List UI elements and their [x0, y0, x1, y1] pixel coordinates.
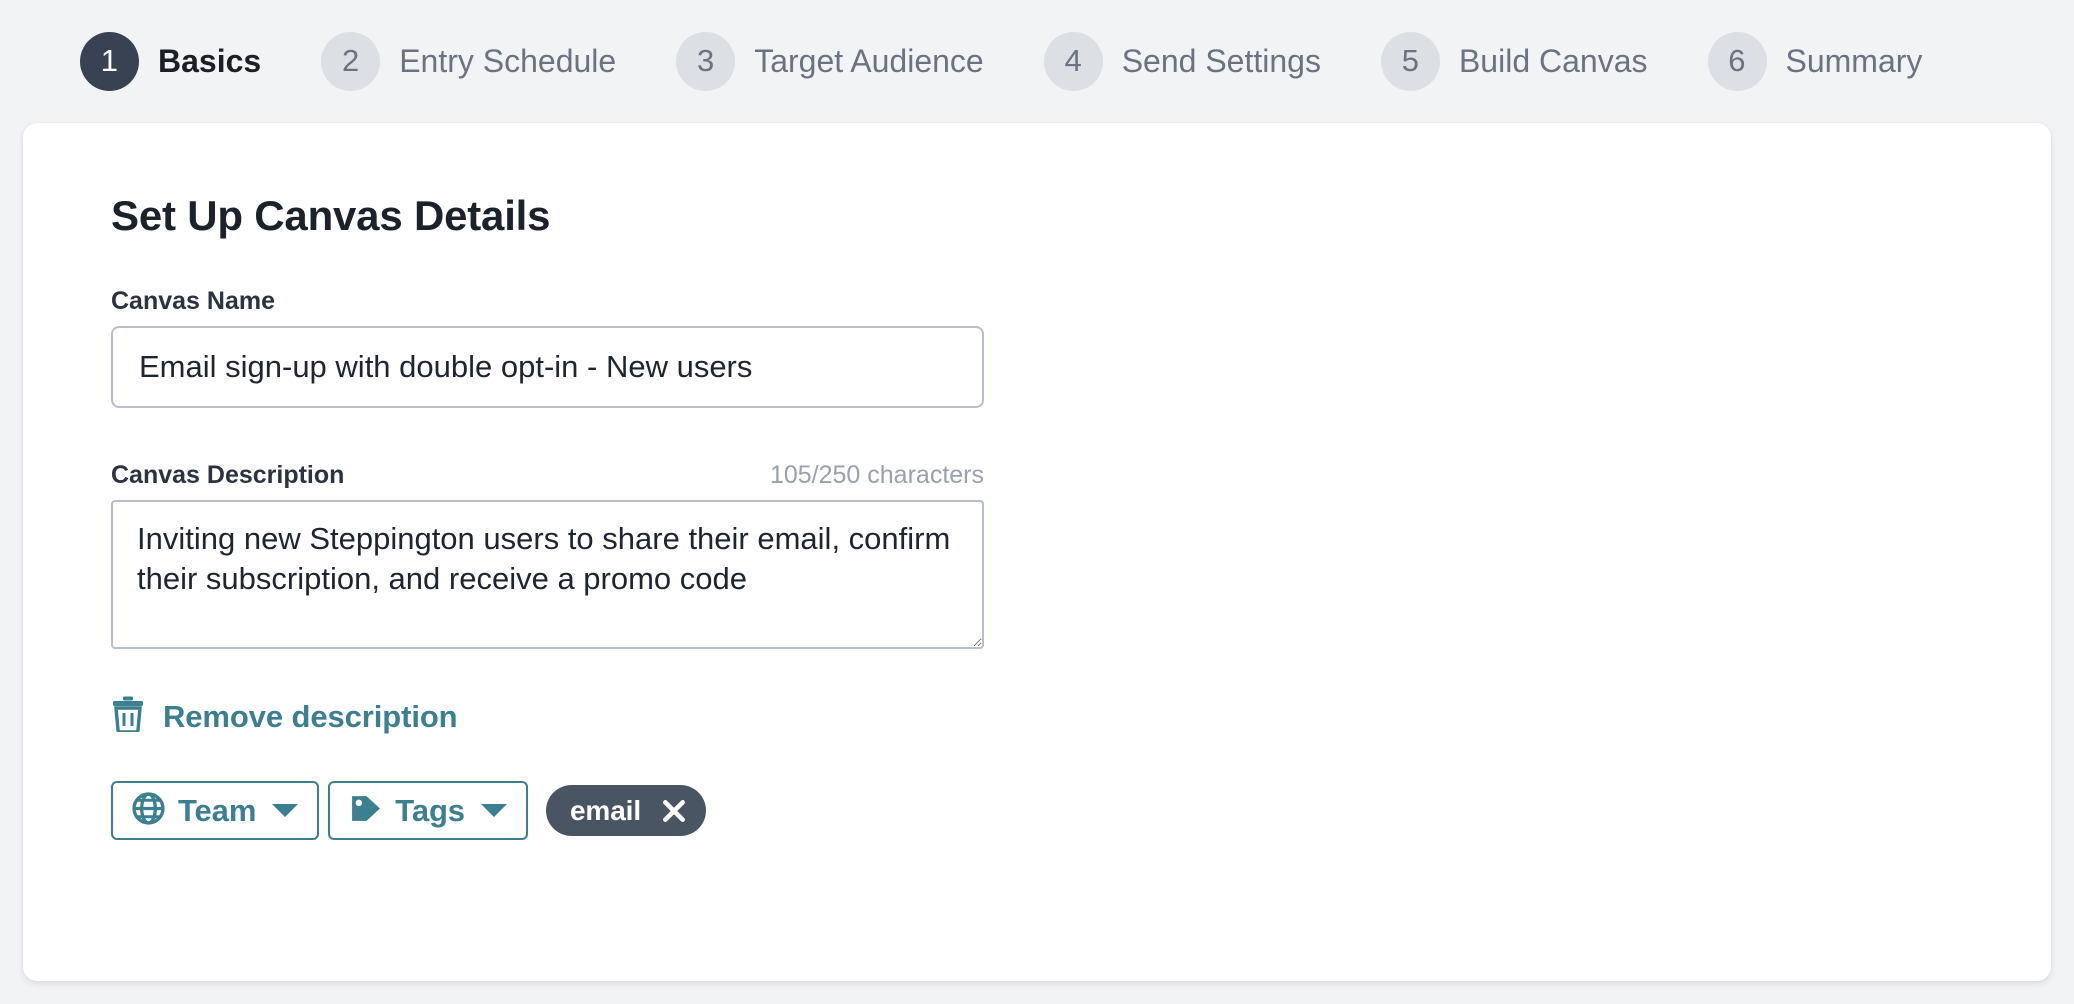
stepper-step-basics[interactable]: 1 Basics — [80, 0, 261, 122]
step-number-badge: 5 — [1380, 31, 1440, 91]
step-label: Basics — [158, 43, 262, 79]
trash-icon — [111, 696, 145, 737]
canvas-name-field: Canvas Name — [111, 289, 2011, 409]
globe-icon — [132, 792, 165, 830]
tags-dropdown-label: Tags — [395, 792, 465, 828]
close-icon[interactable] — [661, 798, 687, 824]
stepper-step-build-canvas[interactable]: 5 Build Canvas — [1380, 0, 1648, 122]
step-number-badge: 2 — [321, 31, 381, 91]
team-tags-row: Team Tags email — [111, 781, 2011, 841]
canvas-details-card: Set Up Canvas Details Canvas Name Canvas… — [23, 123, 2051, 981]
canvas-description-textarea[interactable] — [111, 500, 984, 650]
page-title: Set Up Canvas Details — [111, 192, 551, 239]
step-label: Summary — [1785, 43, 1923, 79]
character-counter: 105/250 characters — [769, 461, 984, 490]
tag-icon — [349, 792, 382, 830]
step-number-badge: 1 — [80, 31, 139, 91]
canvas-name-label-row: Canvas Name — [111, 289, 984, 314]
stepper-step-send-settings[interactable]: 4 Send Settings — [1043, 0, 1321, 122]
wizard-stepper: 1 Basics 2 Entry Schedule 3 Target Audie… — [0, 0, 2074, 122]
canvas-name-input[interactable] — [111, 326, 984, 409]
stepper-step-summary[interactable]: 6 Summary — [1707, 0, 1923, 122]
remove-description-button[interactable]: Remove description — [111, 696, 458, 737]
step-label: Send Settings — [1121, 43, 1321, 79]
step-number-badge: 6 — [1707, 31, 1767, 91]
stepper-step-target-audience[interactable]: 3 Target Audience — [676, 0, 984, 122]
step-number-badge: 3 — [676, 31, 736, 91]
canvas-description-label-row: Canvas Description 105/250 characters — [111, 463, 984, 488]
chevron-down-icon — [272, 804, 299, 818]
chevron-down-icon — [480, 804, 507, 818]
canvas-name-label: Canvas Name — [111, 287, 275, 316]
team-dropdown-button[interactable]: Team — [111, 781, 320, 841]
step-label: Build Canvas — [1458, 43, 1648, 79]
step-number-badge: 4 — [1043, 31, 1103, 91]
tag-chip-label: email — [569, 794, 642, 826]
card-content: Set Up Canvas Details Canvas Name Canvas… — [111, 192, 2011, 841]
step-label: Entry Schedule — [399, 43, 617, 79]
tags-dropdown-button[interactable]: Tags — [328, 781, 528, 841]
canvas-description-label: Canvas Description — [111, 461, 345, 490]
canvas-description-field: Canvas Description 105/250 characters — [111, 463, 2011, 650]
tag-chip-email[interactable]: email — [545, 785, 707, 837]
step-label: Target Audience — [754, 43, 984, 79]
stepper-step-entry-schedule[interactable]: 2 Entry Schedule — [321, 0, 616, 122]
team-dropdown-label: Team — [178, 792, 257, 828]
remove-description-label: Remove description — [163, 698, 458, 734]
